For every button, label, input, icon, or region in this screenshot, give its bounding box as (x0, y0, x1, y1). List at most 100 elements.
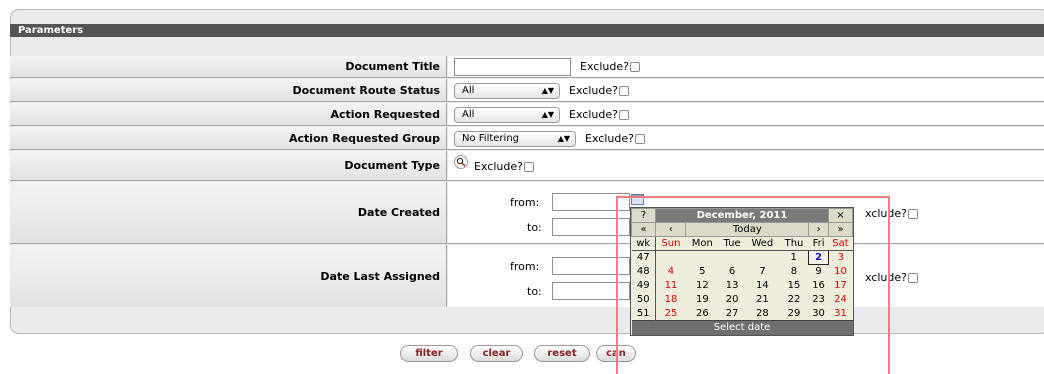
exclude-label: Exclude? (585, 132, 634, 145)
calendar-day[interactable]: 9 (809, 265, 829, 279)
weekday-header: Sat (828, 236, 853, 251)
document-type-label: Document Type (10, 151, 447, 180)
calendar-day[interactable]: 17 (829, 279, 853, 293)
next-month-button[interactable]: › (808, 222, 829, 237)
action-requested-group-label: Action Requested Group (10, 127, 447, 149)
prev-year-icon: « (640, 224, 647, 235)
calendar-day[interactable]: 28 (745, 307, 779, 321)
weekday-header: wk (631, 236, 656, 251)
week-number: 48 (631, 264, 656, 279)
calendar-day[interactable]: 10 (829, 265, 853, 279)
calendar-day[interactable]: 4 (656, 265, 686, 279)
from-label: from: (510, 196, 540, 209)
calendar-status-bar: Select date (631, 320, 853, 335)
calendar-day[interactable]: 16 (809, 279, 829, 293)
action-requested-select[interactable]: All ▲▼ (454, 107, 560, 123)
row-document-type: Document Type Exclude? (10, 151, 1044, 181)
select-arrows-icon: ▲▼ (557, 134, 570, 143)
today-button[interactable]: Today (685, 222, 810, 237)
to-label: to: (527, 285, 542, 298)
exclude-checkbox[interactable] (907, 272, 918, 283)
calendar-day[interactable]: 7 (745, 265, 779, 279)
exclude-label: Exclude? (580, 60, 629, 73)
calendar-day[interactable]: 3 (829, 251, 853, 265)
reset-button[interactable]: reset (534, 345, 590, 362)
weekday-header: Wed (745, 236, 780, 251)
weekday-header: Fri (808, 236, 829, 251)
calendar-day[interactable]: 20 (719, 293, 746, 307)
calendar-day[interactable]: 30 (809, 307, 829, 321)
next-year-icon: » (837, 224, 844, 235)
calendar-day (745, 251, 779, 265)
next-year-button[interactable]: » (828, 222, 853, 237)
from-label: from: (510, 260, 540, 273)
prev-month-button[interactable]: ‹ (654, 222, 687, 237)
calendar-day (686, 251, 719, 265)
calendar-day[interactable]: 18 (656, 293, 686, 307)
calendar-close-button[interactable]: × (828, 208, 853, 223)
calendar-help-button[interactable]: ? (631, 208, 656, 223)
exclude-checkbox[interactable] (618, 85, 629, 96)
calendar-day[interactable]: 6 (719, 265, 746, 279)
calendar-day[interactable]: 13 (719, 279, 746, 293)
calendar-title: December, 2011 (655, 208, 829, 223)
calendar-day (656, 251, 686, 265)
calendar-day (719, 251, 746, 265)
route-status-label: Document Route Status (10, 79, 447, 101)
weekday-header: Tue (718, 236, 746, 251)
document-title-input[interactable] (454, 58, 571, 76)
exclude-checkbox[interactable] (523, 161, 534, 172)
calendar-day[interactable]: 11 (656, 279, 686, 293)
next-month-icon: › (816, 224, 821, 235)
exclude-checkbox[interactable] (907, 208, 918, 219)
calendar-day[interactable]: 31 (829, 307, 853, 321)
week-number: 49 (631, 278, 656, 293)
calendar-day[interactable]: 24 (829, 293, 853, 307)
date-picker-popup: ? December, 2011 × « ‹ Today › » wk Sun … (630, 207, 854, 336)
calendar-day[interactable]: 27 (719, 307, 746, 321)
route-status-select[interactable]: All ▲▼ (454, 83, 560, 99)
prev-month-icon: ‹ (668, 224, 673, 235)
calendar-day[interactable]: 12 (686, 279, 719, 293)
select-arrows-icon: ▲▼ (541, 110, 554, 119)
weekday-header: Thu (779, 236, 809, 251)
exclude-label: Exclude? (569, 108, 618, 121)
week-number: 51 (631, 306, 656, 321)
calendar-day[interactable]: 1 (779, 251, 808, 265)
calendar-day[interactable]: 15 (779, 279, 808, 293)
prev-year-button[interactable]: « (631, 222, 656, 237)
select-arrows-icon: ▲▼ (541, 86, 554, 95)
exclude-label: Exclude? (569, 84, 618, 97)
week-row: 50 18 19 20 21 22 23 24 (631, 292, 853, 307)
week-number: 50 (631, 292, 656, 307)
filter-button[interactable]: filter (400, 345, 458, 362)
week-row: 49 11 12 13 14 15 16 17 (631, 278, 853, 293)
calendar-day[interactable]: 19 (686, 293, 719, 307)
row-action-requested: Action Requested All ▲▼ Exclude? (10, 103, 1044, 126)
calendar-day[interactable]: 8 (779, 265, 808, 279)
exclude-checkbox[interactable] (634, 133, 645, 144)
action-requested-group-select[interactable]: No Filtering ▲▼ (454, 131, 576, 147)
row-route-status: Document Route Status All ▲▼ Exclude? (10, 79, 1044, 102)
calendar-day[interactable]: 21 (745, 293, 779, 307)
calendar-day[interactable]: 25 (656, 307, 686, 321)
exclude-label: Exclude? (474, 160, 523, 173)
week-row: 47 1 2 3 (631, 250, 853, 265)
calendar-day[interactable]: 14 (745, 279, 779, 293)
date-last-assigned-label: Date Last Assigned (10, 245, 447, 307)
row-document-title: Document Title Exclude? (10, 56, 1044, 78)
calendar-day[interactable]: 22 (779, 293, 808, 307)
exclude-checkbox[interactable] (629, 61, 640, 72)
calendar-day[interactable]: 26 (686, 307, 719, 321)
calendar-day[interactable]: 29 (779, 307, 808, 321)
calendar-day[interactable]: 23 (809, 293, 829, 307)
weekday-header: Mon (685, 236, 719, 251)
week-row: 48 4 5 6 7 8 9 10 (631, 264, 853, 279)
search-icon[interactable] (454, 155, 468, 169)
clear-button[interactable]: clear (470, 345, 523, 362)
weekday-header-row: wk Sun Mon Tue Wed Thu Fri Sat (631, 236, 853, 251)
calendar-day-today[interactable]: 2 (808, 250, 829, 265)
calendar-day[interactable]: 5 (686, 265, 719, 279)
to-label: to: (527, 221, 542, 234)
exclude-checkbox[interactable] (618, 109, 629, 120)
